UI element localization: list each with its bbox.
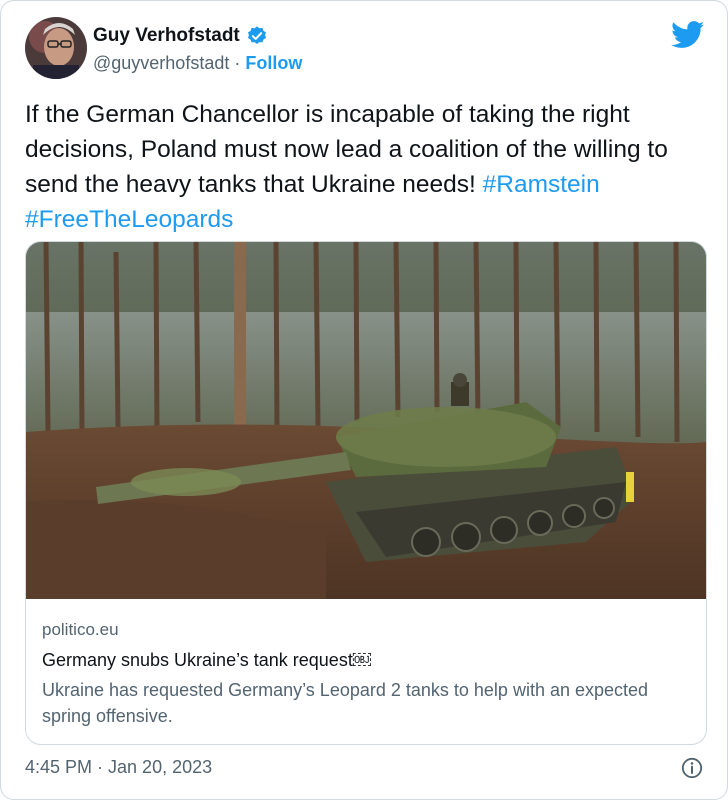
tweet-card: Guy Verhofstadt @guyverhofstadt · Follow… bbox=[0, 0, 728, 800]
article-photo[interactable] bbox=[26, 242, 706, 599]
link-preview-card[interactable]: politico.eu Germany snubs Ukraine’s tank… bbox=[25, 241, 707, 745]
author-name[interactable]: Guy Verhofstadt bbox=[93, 25, 240, 47]
hashtag-ramstein[interactable]: #Ramstein bbox=[483, 171, 600, 198]
handle-row: @guyverhofstadt · Follow bbox=[93, 53, 302, 74]
author-handle[interactable]: @guyverhofstadt bbox=[93, 53, 229, 73]
handle-separator: · bbox=[234, 53, 241, 73]
tweet-text: If the German Chancellor is incapable of… bbox=[25, 97, 705, 237]
link-domain: politico.eu bbox=[42, 620, 119, 639]
follow-link[interactable]: Follow bbox=[245, 53, 302, 73]
avatar[interactable] bbox=[25, 17, 87, 79]
info-icon[interactable] bbox=[681, 757, 703, 779]
author-name-row[interactable]: Guy Verhofstadt bbox=[93, 25, 268, 47]
verified-badge-icon bbox=[246, 25, 268, 47]
link-description: Ukraine has requested Germany’s Leopard … bbox=[42, 680, 649, 726]
hashtag-freetheleopards[interactable]: #FreeTheLeopards bbox=[25, 206, 233, 233]
link-title[interactable]: Germany snubs Ukraine’s tank request￼ bbox=[42, 650, 692, 671]
tweet-timestamp[interactable]: 4:45 PM · Jan 20, 2023 bbox=[25, 757, 212, 778]
link-card-meta: politico.eu Germany snubs Ukraine’s tank… bbox=[42, 620, 692, 729]
twitter-bird-icon[interactable] bbox=[671, 21, 705, 49]
